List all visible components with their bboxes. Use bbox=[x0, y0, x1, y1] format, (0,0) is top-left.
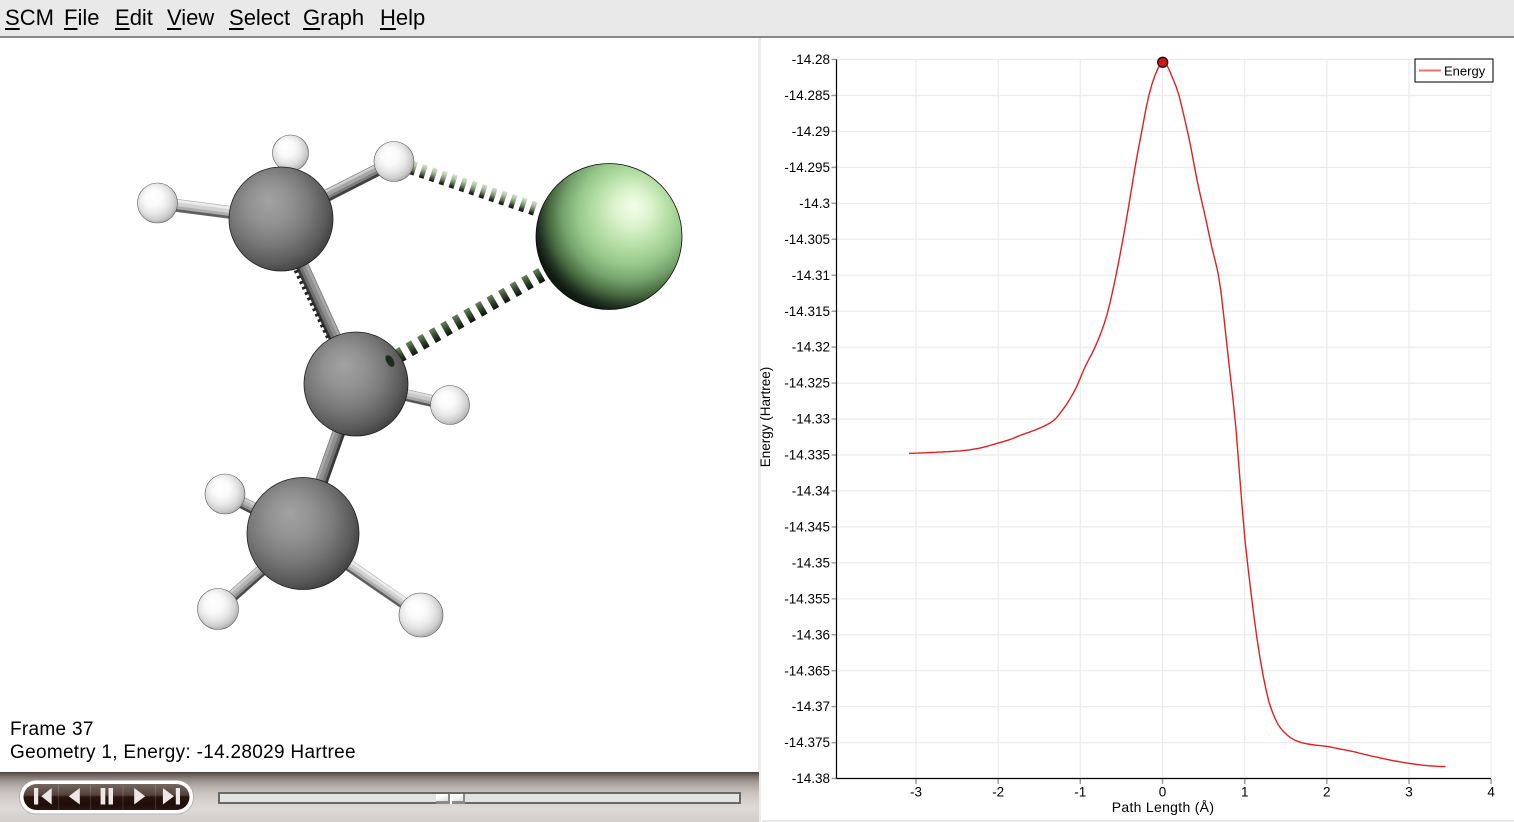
svg-text:-14.355: -14.355 bbox=[784, 591, 830, 606]
svg-text:-14.345: -14.345 bbox=[784, 520, 830, 535]
svg-text:-14.375: -14.375 bbox=[784, 735, 830, 750]
svg-text:2: 2 bbox=[1323, 785, 1331, 800]
svg-text:-14.34: -14.34 bbox=[792, 484, 831, 499]
svg-text:-14.3: -14.3 bbox=[799, 196, 830, 211]
svg-text:-14.35: -14.35 bbox=[792, 555, 830, 570]
svg-text:0: 0 bbox=[1159, 785, 1167, 800]
svg-text:Path Length (Å): Path Length (Å) bbox=[1112, 799, 1215, 815]
svg-text:4: 4 bbox=[1487, 785, 1495, 800]
svg-text:-14.325: -14.325 bbox=[784, 376, 830, 391]
svg-text:-3: -3 bbox=[910, 785, 922, 800]
svg-text:-14.29: -14.29 bbox=[792, 124, 830, 139]
svg-text:-14.315: -14.315 bbox=[784, 304, 830, 319]
svg-text:3: 3 bbox=[1405, 785, 1413, 800]
svg-text:Energy: Energy bbox=[1444, 64, 1486, 79]
svg-text:-1: -1 bbox=[1074, 785, 1086, 800]
svg-text:-14.38: -14.38 bbox=[792, 771, 830, 786]
svg-text:-14.37: -14.37 bbox=[792, 699, 830, 714]
svg-text:-14.28: -14.28 bbox=[792, 52, 830, 67]
svg-text:-14.335: -14.335 bbox=[784, 448, 830, 463]
svg-text:Energy (Hartree): Energy (Hartree) bbox=[758, 367, 773, 468]
svg-text:-2: -2 bbox=[992, 785, 1004, 800]
svg-text:-14.33: -14.33 bbox=[792, 412, 830, 427]
svg-text:-14.285: -14.285 bbox=[784, 88, 830, 103]
svg-text:-14.295: -14.295 bbox=[784, 160, 830, 175]
svg-text:-14.305: -14.305 bbox=[784, 232, 830, 247]
svg-text:-14.31: -14.31 bbox=[792, 268, 830, 283]
svg-text:-14.36: -14.36 bbox=[792, 627, 830, 642]
svg-text:1: 1 bbox=[1241, 785, 1249, 800]
svg-text:-14.32: -14.32 bbox=[792, 340, 830, 355]
svg-text:-14.365: -14.365 bbox=[784, 663, 830, 678]
